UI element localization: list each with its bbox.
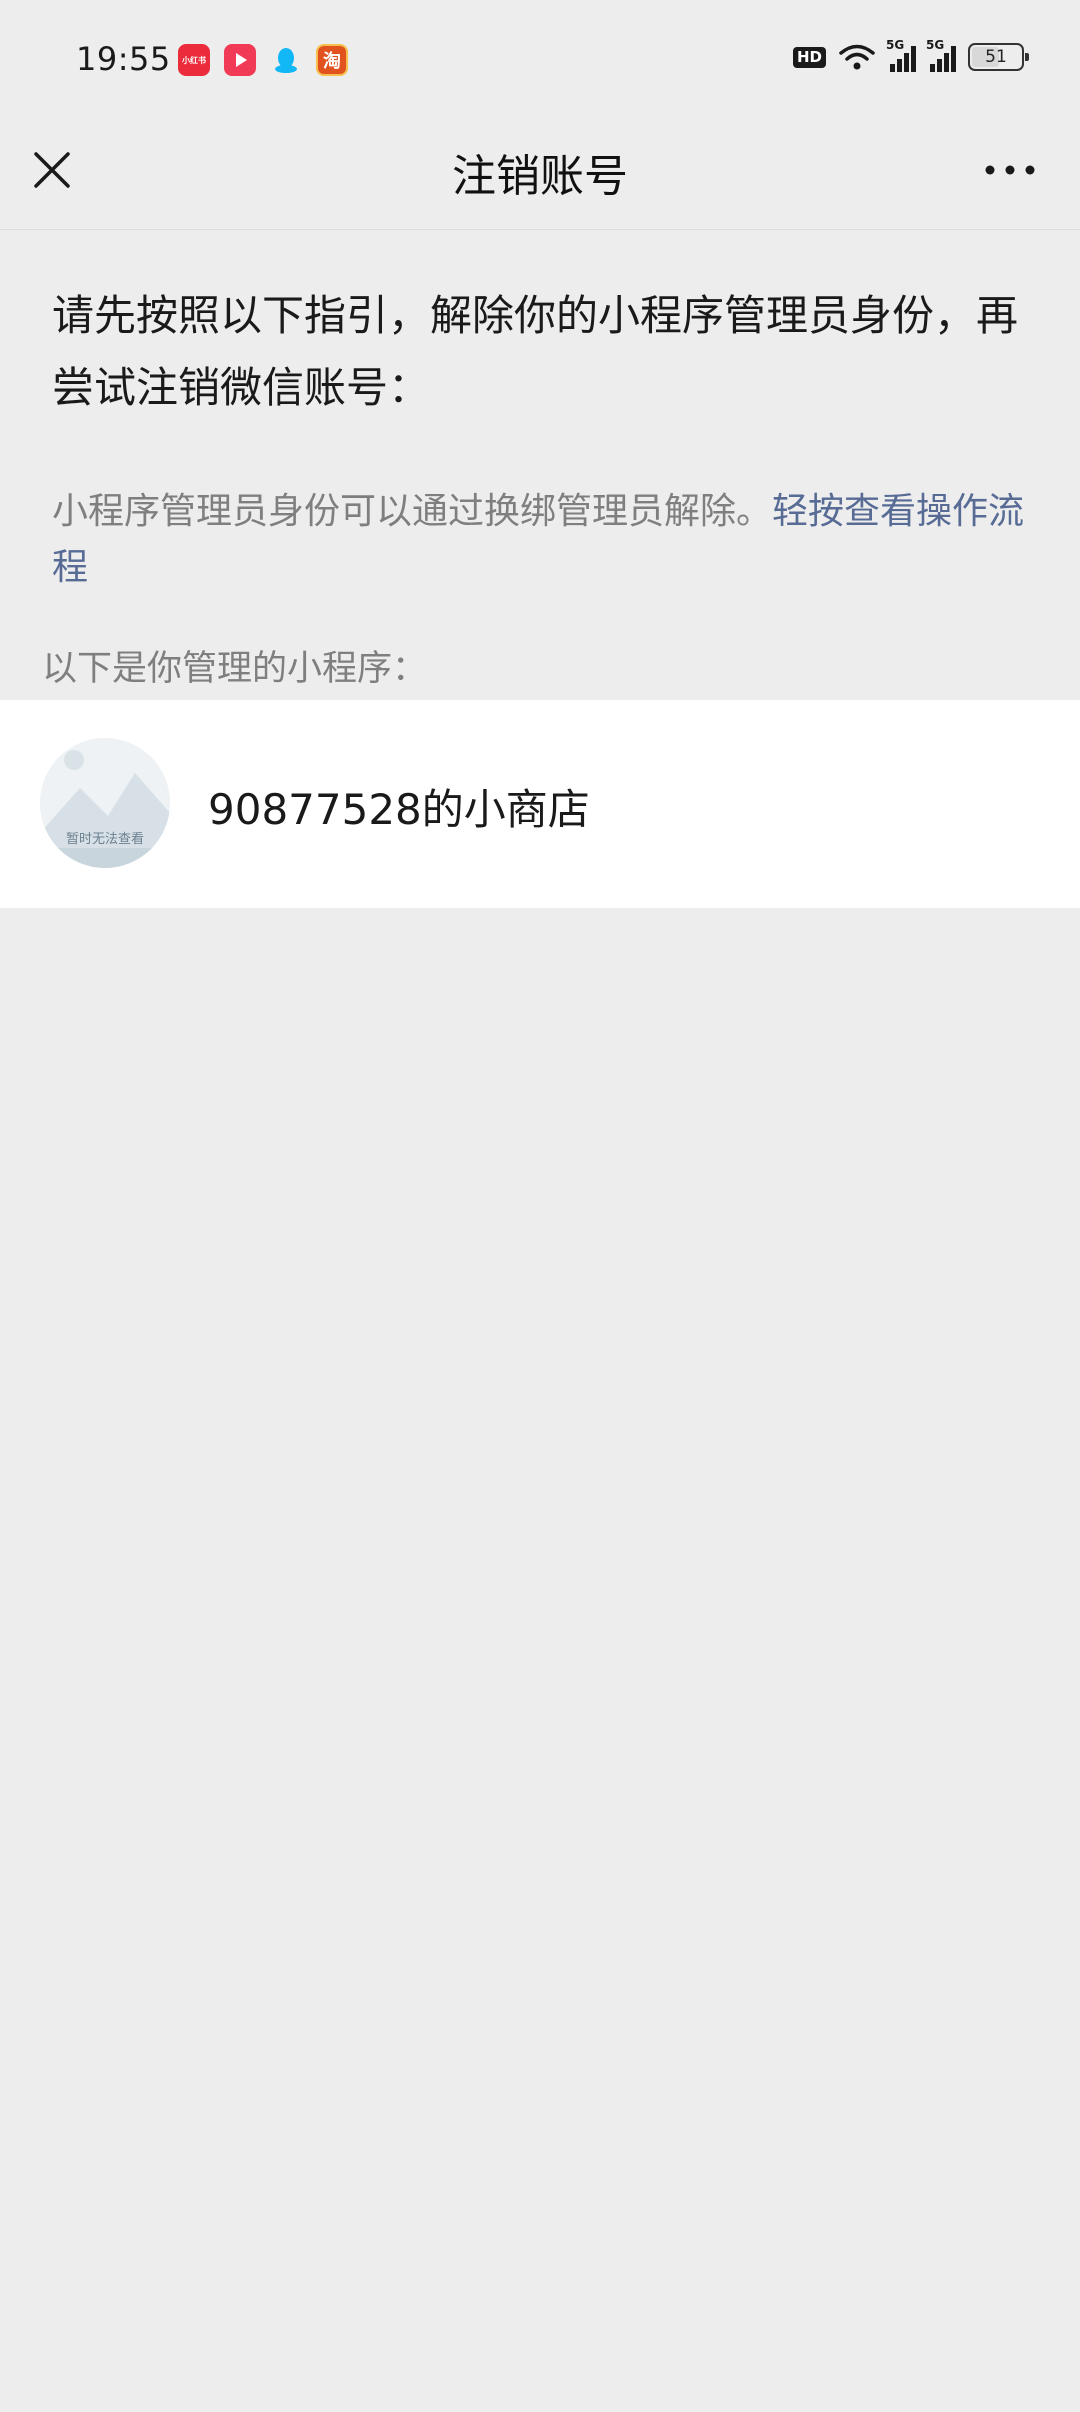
status-time: 19:55 [76,40,171,78]
network-type-label: 5G [926,38,945,52]
taobao-icon-label: 淘 [323,51,341,72]
list-item[interactable]: 暂时无法查看 90877528的小商店 [0,700,1080,908]
nav-bar: 注销账号 [0,118,1080,230]
xiaohongshu-icon: 小红书 [178,44,210,76]
more-dots-icon [985,165,1035,175]
wifi-icon [839,44,875,70]
instruction-text: 请先按照以下指引，解除你的小程序管理员身份，再尝试注销微信账号： [52,291,1019,412]
notification-icons: 小红书 淘 [178,44,348,76]
battery-icon: 51 [968,43,1029,71]
video-play-icon [224,44,256,76]
hint-text: 小程序管理员身份可以通过换绑管理员解除。 [52,491,773,532]
status-bar: 19:55 小红书 淘 HD 5G 5G 51 [0,0,1080,118]
mini-program-avatar: 暂时无法查看 [40,738,170,868]
image-unavailable-icon [40,738,170,868]
system-status: HD 5G 5G 51 [792,38,1029,72]
mini-program-name: 90877528的小商店 [208,785,590,834]
screen: 19:55 小红书 淘 HD 5G 5G 51 注销账号 请先按照以下指引，解除… [0,0,1080,2412]
section-label: 以下是你管理的小程序： [42,649,428,689]
signal-5g-2-icon: 5G [926,38,956,72]
hint-paragraph: 小程序管理员身份可以通过换绑管理员解除。轻按查看操作流程 [52,484,1042,596]
battery-level: 51 [985,47,1007,67]
network-type-label: 5G [886,38,905,52]
page-title: 注销账号 [452,151,628,202]
qq-penguin-icon [270,44,302,76]
avatar-placeholder-text: 暂时无法查看 [65,832,144,847]
hd-voice-icon: HD [792,46,826,68]
more-button[interactable] [980,150,1040,190]
signal-5g-1-icon: 5G [886,38,916,72]
taobao-icon: 淘 [316,44,348,76]
xiaohongshu-icon-label: 小红书 [182,55,206,65]
mini-program-list: 暂时无法查看 90877528的小商店 [0,700,1080,908]
